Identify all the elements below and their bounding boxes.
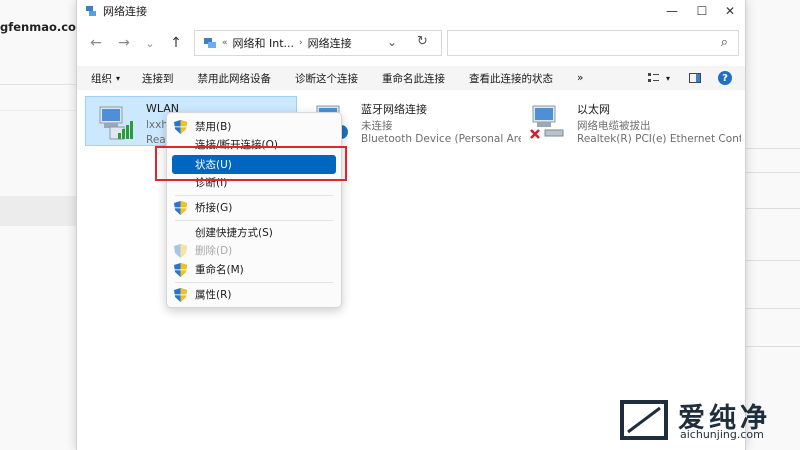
connection-status: 未连接 (361, 120, 393, 132)
rename-connection-button[interactable]: 重命名此连接 (382, 71, 445, 86)
search-icon: ⌕ (720, 35, 728, 50)
refresh-icon[interactable]: ↻ (417, 34, 428, 49)
highlight-annotation-box (155, 146, 347, 181)
view-status-button[interactable]: 查看此连接的状态 (469, 71, 553, 86)
search-input[interactable]: ⌕ (447, 30, 739, 56)
background-divider (744, 208, 800, 209)
menu-separator (175, 282, 333, 283)
preview-pane-icon[interactable] (687, 66, 703, 90)
uac-shield-icon (174, 244, 187, 258)
background-divider (0, 110, 80, 111)
organize-caret-icon[interactable]: ▾ (116, 74, 120, 83)
minimize-button[interactable]: — (657, 0, 687, 22)
menu-item-bridge[interactable]: 桥接(G) (167, 198, 341, 217)
menu-item-properties[interactable]: 属性(R) (167, 285, 341, 304)
background-divider (744, 172, 800, 173)
menu-item-delete: 删除(D) (167, 241, 341, 260)
connection-name: 以太网 (577, 103, 610, 116)
connect-to-button[interactable]: 连接到 (142, 71, 174, 86)
view-options-icon[interactable] (645, 66, 661, 90)
maximize-button[interactable]: ☐ (687, 0, 717, 22)
uac-shield-icon (174, 201, 187, 215)
view-options-caret-icon[interactable]: ▾ (663, 66, 673, 90)
breadcrumb-separator-icon: › (299, 38, 303, 48)
title-bar: 网络连接 (77, 0, 745, 22)
menu-item-disable[interactable]: 禁用(B) (167, 117, 341, 136)
path-box[interactable]: « 网络和 Int... › 网络连接 ⌄ ↻ (194, 30, 442, 56)
connection-name: 蓝牙网络连接 (361, 103, 427, 116)
back-arrow-icon[interactable]: ← (87, 34, 105, 52)
path-overflow-icon: « (222, 38, 228, 48)
context-menu: 禁用(B) 连接/断开连接(O) 状态(U) 诊断(I) 桥接(G) 创建快捷方… (166, 112, 342, 308)
forward-arrow-icon[interactable]: → (115, 34, 133, 52)
path-dropdown-chevron-icon[interactable]: ⌄ (387, 35, 397, 49)
connection-item-ethernet[interactable]: 以太网 网络电缆被拔出 Realtek(R) PCI(e) Ethernet C… (517, 96, 741, 146)
uac-shield-icon (174, 120, 187, 134)
menu-separator (175, 195, 333, 196)
network-icon (86, 6, 96, 16)
connection-status: 网络电缆被拔出 (577, 120, 651, 132)
menu-item-create-shortcut[interactable]: 创建快捷方式(S) (167, 223, 341, 242)
address-bar: ← → ⌄ ↑ « 网络和 Int... › 网络连接 ⌄ ↻ ⌕ (77, 28, 745, 58)
background-divider (744, 308, 800, 309)
more-commands-icon[interactable]: » (577, 72, 583, 84)
uac-shield-icon (174, 288, 187, 302)
disable-device-button[interactable]: 禁用此网络设备 (198, 71, 272, 86)
background-divider (0, 84, 80, 85)
connection-device: Realtek(R) PCI(e) Ethernet Cont... (577, 133, 741, 145)
recent-locations-chevron-icon[interactable]: ⌄ (141, 34, 159, 52)
background-divider (744, 260, 800, 261)
control-panel-icon (204, 38, 216, 48)
connection-device: Bluetooth Device (Personal Are... (361, 133, 521, 145)
up-arrow-icon[interactable]: ↑ (167, 34, 185, 52)
background-divider (744, 148, 800, 149)
wireless-adapter-icon (99, 106, 133, 140)
breadcrumb-network-connections[interactable]: 网络连接 (308, 35, 352, 51)
ethernet-adapter-icon (530, 105, 564, 139)
close-button[interactable]: ✕ (715, 0, 745, 22)
organize-button[interactable]: 组织 (91, 71, 112, 86)
diagnose-connection-button[interactable]: 诊断这个连接 (295, 71, 358, 86)
window-title: 网络连接 (103, 5, 147, 18)
breadcrumb-network-internet[interactable]: 网络和 Int... (233, 35, 295, 51)
menu-separator (175, 220, 333, 221)
uac-shield-icon (174, 263, 187, 277)
command-bar: 组织 ▾ 连接到 禁用此网络设备 诊断这个连接 重命名此连接 查看此连接的状态 … (77, 66, 745, 90)
background-divider (744, 346, 800, 347)
watermark-brand-en: aichunjing.com (680, 428, 764, 441)
watermark-logo-icon (620, 400, 668, 440)
help-icon[interactable]: ? (717, 66, 733, 90)
background-band (0, 196, 80, 226)
menu-item-rename[interactable]: 重命名(M) (167, 260, 341, 279)
watermark: 爱纯净 aichunjing.com (606, 392, 800, 450)
